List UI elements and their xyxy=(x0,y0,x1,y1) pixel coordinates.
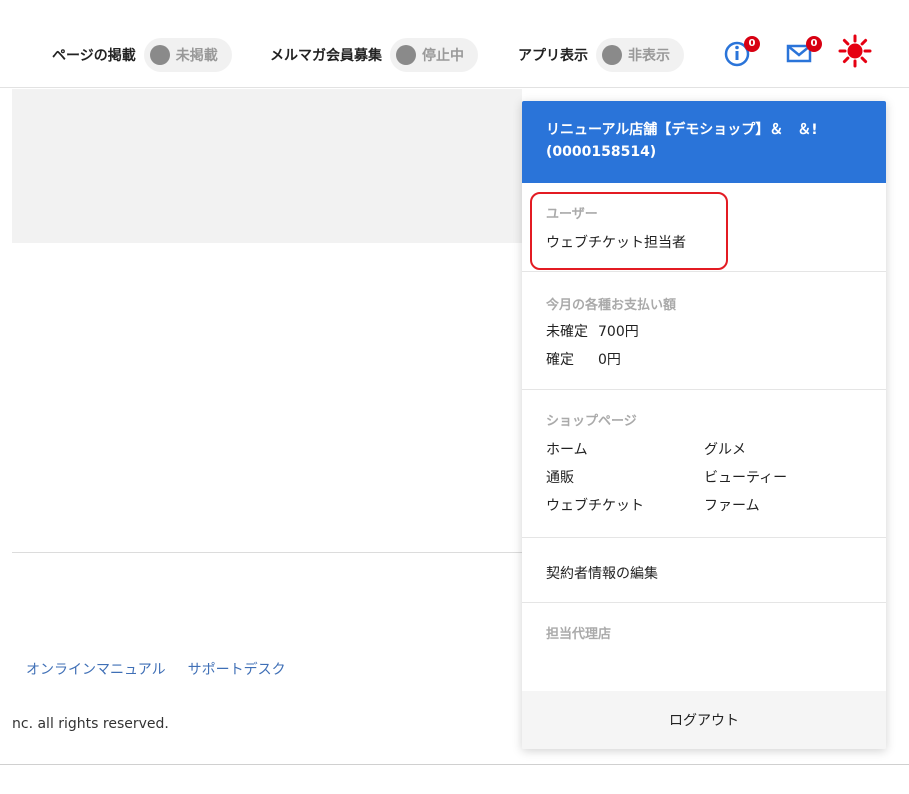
page-publish-status: ページの掲載 未掲載 xyxy=(52,38,232,72)
payment-section: 今月の各種お支払い額 未確定 700円 確定 0円 xyxy=(522,272,886,390)
shop-page-links: ホーム グルメ 通販 ビューティー ウェブチケット ファーム xyxy=(546,439,862,515)
shop-header: リニューアル店舗【デモショップ】＆ ＆! (0000158514) xyxy=(522,101,886,183)
status-dot-icon xyxy=(396,45,416,65)
status-value: 非表示 xyxy=(628,48,670,64)
app-display-toggle[interactable]: 非表示 xyxy=(596,38,684,72)
bottom-divider xyxy=(0,764,909,765)
info-badge: 0 xyxy=(744,36,760,52)
shop-link-mailorder[interactable]: 通販 xyxy=(546,467,704,487)
online-manual-link[interactable]: オンラインマニュアル xyxy=(26,659,166,679)
payment-row: 確定 0円 xyxy=(546,349,862,369)
sun-icon xyxy=(838,34,872,68)
status-value: 停止中 xyxy=(422,48,464,64)
app-display-status: アプリ表示 非表示 xyxy=(518,38,684,72)
account-dropdown: リニューアル店舗【デモショップ】＆ ＆! (0000158514) ユーザー ウ… xyxy=(522,101,886,749)
shop-link-beauty[interactable]: ビューティー xyxy=(704,467,824,487)
shop-link-gourmet[interactable]: グルメ xyxy=(704,439,824,459)
top-header: ページの掲載 未掲載 メルマガ会員募集 停止中 アプリ表示 非表示 0 0 xyxy=(0,0,909,88)
page-publish-toggle[interactable]: 未掲載 xyxy=(143,38,232,72)
payment-key: 未確定 xyxy=(546,324,588,340)
shop-id: (0000158514) xyxy=(546,144,657,160)
shop-name: リニューアル店舗【デモショップ】＆ ＆! xyxy=(546,122,818,138)
copyright-text: nc. all rights reserved. xyxy=(12,716,169,732)
user-section: ユーザー ウェブチケット担当者 xyxy=(522,183,886,272)
agent-section: 担当代理店 xyxy=(522,603,886,690)
info-button[interactable]: 0 xyxy=(724,36,760,68)
content-divider xyxy=(12,552,522,553)
logout-button[interactable]: ログアウト xyxy=(522,691,886,749)
footer-links: オンラインマニュアル サポートデスク xyxy=(26,659,286,679)
shop-page-section: ショップページ ホーム グルメ 通販 ビューティー ウェブチケット ファーム xyxy=(522,390,886,538)
contract-section: 契約者情報の編集 xyxy=(522,538,886,603)
status-dot-icon xyxy=(149,45,170,65)
mail-button[interactable]: 0 xyxy=(786,36,822,68)
status-label: ページの掲載 xyxy=(52,48,136,64)
contract-edit-link[interactable]: 契約者情報の編集 xyxy=(546,566,658,582)
payment-row: 未確定 700円 xyxy=(546,321,862,341)
payment-label: 今月の各種お支払い額 xyxy=(546,298,677,313)
agent-label: 担当代理店 xyxy=(546,627,612,642)
content-panel xyxy=(12,89,522,243)
mail-badge: 0 xyxy=(806,36,822,52)
user-highlight-box xyxy=(530,192,728,270)
payment-value: 700円 xyxy=(598,324,639,340)
shop-link-webticket[interactable]: ウェブチケット xyxy=(546,495,704,515)
status-dot-icon xyxy=(602,45,622,65)
support-desk-link[interactable]: サポートデスク xyxy=(188,659,286,679)
payment-key: 確定 xyxy=(546,352,574,368)
shop-link-farm[interactable]: ファーム xyxy=(704,495,824,515)
account-menu-button[interactable] xyxy=(838,34,872,68)
status-label: メルマガ会員募集 xyxy=(270,48,382,64)
shop-page-label: ショップページ xyxy=(546,414,637,429)
payment-value: 0円 xyxy=(598,352,621,368)
mailmag-status: メルマガ会員募集 停止中 xyxy=(270,38,478,72)
mailmag-toggle[interactable]: 停止中 xyxy=(390,38,478,72)
shop-link-home[interactable]: ホーム xyxy=(546,439,704,459)
status-value: 未掲載 xyxy=(175,48,218,64)
status-label: アプリ表示 xyxy=(518,48,588,64)
